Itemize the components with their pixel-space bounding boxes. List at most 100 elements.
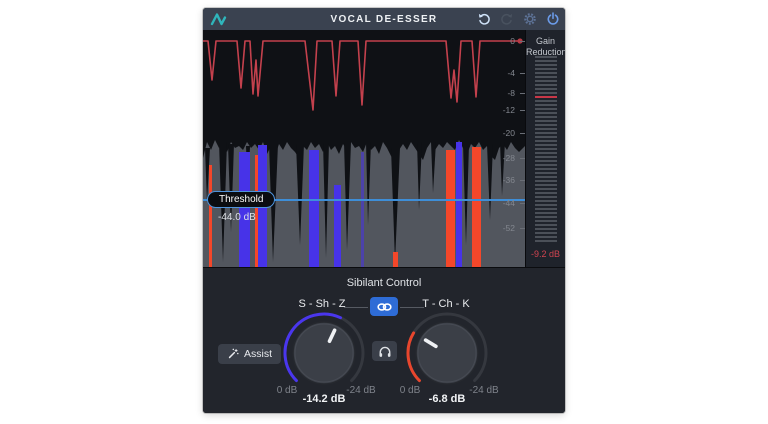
db-tick-label: -8: [507, 88, 515, 98]
meter-segment: [535, 192, 557, 194]
meter-segment: [535, 136, 557, 138]
meter-segment: [535, 188, 557, 190]
meter-segment: [535, 56, 557, 58]
knob2-min-label: 0 dB: [400, 385, 421, 396]
meter-active-segment: [535, 96, 557, 98]
knob1-min-label: 0 dB: [277, 385, 298, 396]
sibilance-monitor-button[interactable]: [372, 341, 397, 361]
meter-segment: [535, 232, 557, 234]
sibilant-bar-blue: [334, 185, 341, 267]
power-icon[interactable]: [545, 12, 560, 27]
sibilant-bar-blue: [239, 152, 250, 267]
db-tick-label: -44: [503, 198, 515, 208]
db-tick-label: 0: [510, 36, 515, 46]
magic-wand-icon: [227, 348, 239, 360]
meter-segment: [535, 196, 557, 198]
meter-segment: [535, 184, 557, 186]
chain-link-icon: [376, 302, 393, 312]
meter-segment: [535, 112, 557, 114]
meter-segment: [535, 148, 557, 150]
meter-segment: [535, 204, 557, 206]
meter-segment: [535, 236, 557, 238]
headphones-icon: [378, 345, 392, 358]
db-tick-label: -28: [503, 153, 515, 163]
meter-segment: [535, 200, 557, 202]
meter-segment: [535, 228, 557, 230]
meter-segment: [535, 92, 557, 94]
meter-readout: -9.2 dB: [526, 249, 565, 259]
gain-reduction-meter: Gain Reduction -9.2 dB: [525, 30, 565, 267]
titlebar: VOCAL DE-ESSER: [203, 8, 565, 30]
knob2-value: -6.8 dB: [429, 393, 466, 405]
meter-segment: [535, 72, 557, 74]
redo-icon[interactable]: [499, 12, 514, 27]
db-tick-label: -52: [503, 223, 515, 233]
meter-segment: [535, 176, 557, 178]
db-tick-label: -4: [507, 68, 515, 78]
db-tick-mark: [520, 133, 525, 134]
meter-segment: [535, 164, 557, 166]
threshold-handle[interactable]: Threshold: [207, 191, 275, 208]
meter-segment: [535, 84, 557, 86]
assist-label: Assist: [244, 348, 272, 360]
meter-segment: [535, 108, 557, 110]
vocal-deesser-plugin-window: VOCAL DE-ESSER: [203, 8, 565, 413]
meter-segment: [535, 120, 557, 122]
threshold-value: -44.0 dB: [218, 212, 256, 223]
waveform-display: 0 -4 -8 -12 -20 -28 -36 -44 -52 Threshold -44.0 …: [203, 30, 525, 267]
undo-icon[interactable]: [476, 12, 491, 27]
meter-segment: [535, 124, 557, 126]
threshold-label: Threshold: [219, 194, 263, 205]
meter-segment: [535, 140, 557, 142]
sibilant-bar-blue: [361, 152, 364, 267]
section-title: Sibilant Control: [203, 277, 565, 289]
sibilant-bar-red: [472, 147, 481, 267]
link-bands-button[interactable]: [370, 297, 398, 316]
meter-segment: [535, 212, 557, 214]
sibilant-bar-blue: [309, 150, 319, 267]
analysis-display: 0 -4 -8 -12 -20 -28 -36 -44 -52 Threshold -44.0 …: [203, 30, 565, 267]
meter-segment: [535, 128, 557, 130]
meter-segment: [535, 240, 557, 242]
meter-segment: [535, 144, 557, 146]
db-tick-mark: [520, 228, 525, 229]
meter-segment: [535, 224, 557, 226]
meter-segment: [535, 160, 557, 162]
knob1-value: -14.2 dB: [303, 393, 346, 405]
meter-segment: [535, 216, 557, 218]
meter-segment: [535, 88, 557, 90]
assist-button[interactable]: Assist: [218, 344, 281, 364]
meter-segment: [535, 156, 557, 158]
meter-segment: [535, 80, 557, 82]
db-tick-mark: [520, 180, 525, 181]
meter-segment: [535, 168, 557, 170]
db-tick-label: -12: [503, 105, 515, 115]
meter-segment: [535, 100, 557, 102]
meter-segment: [535, 76, 557, 78]
sibilant-bar-red: [393, 252, 398, 267]
meter-title-line1: Gain: [526, 36, 565, 46]
meter-segment: [535, 68, 557, 70]
db-tick-label: -20: [503, 128, 515, 138]
meter-segment: [535, 64, 557, 66]
db-tick-mark: [520, 93, 525, 94]
sibilant-bar-blue: [456, 142, 462, 267]
db-tick-mark: [520, 110, 525, 111]
settings-gear-icon[interactable]: [522, 12, 537, 27]
sibilant-bar-red: [446, 150, 455, 267]
db-tick-mark: [520, 41, 525, 42]
db-tick-mark: [520, 158, 525, 159]
db-tick-mark: [520, 73, 525, 74]
meter-segment: [535, 220, 557, 222]
meter-segment: [535, 116, 557, 118]
knob2-max-label: -24 dB: [469, 385, 498, 396]
meter-segment: [535, 104, 557, 106]
db-tick-label: -36: [503, 175, 515, 185]
sibilant-bar-red: [209, 165, 212, 267]
meter-segment: [535, 60, 557, 62]
db-tick-mark: [520, 203, 525, 204]
control-panel: Sibilant Control S - Sh - Z T - Ch - K A…: [203, 267, 565, 413]
meter-segment: [535, 132, 557, 134]
gain-reduction-trace: [203, 41, 519, 110]
meter-ladder: [535, 56, 557, 244]
